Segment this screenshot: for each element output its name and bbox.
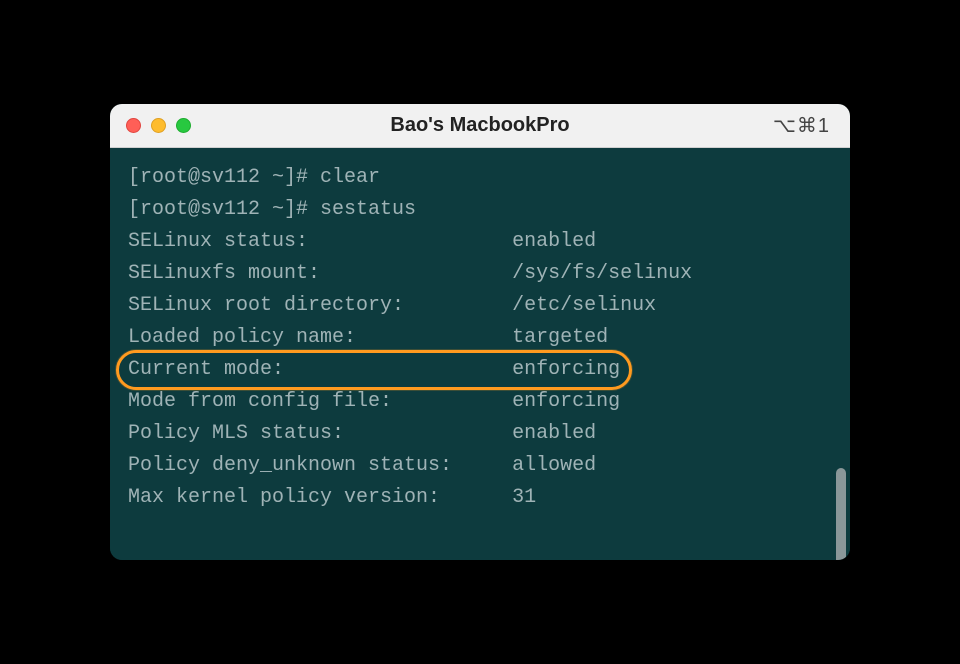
prompt-line: [root@sv112 ~]# clear: [128, 162, 832, 194]
output-label: Policy MLS status:: [128, 422, 512, 445]
output-value: /sys/fs/selinux: [512, 262, 692, 285]
shell-prompt: [root@sv112 ~]#: [128, 198, 320, 221]
output-row: SELinuxfs mount: /sys/fs/selinux: [128, 258, 832, 290]
output-value: enabled: [512, 422, 596, 445]
output-value: targeted: [512, 326, 608, 349]
shell-command: sestatus: [320, 198, 416, 221]
output-value: enabled: [512, 230, 596, 253]
output-row: Mode from config file: enforcing: [128, 386, 832, 418]
output-value: /etc/selinux: [512, 294, 656, 317]
terminal-body[interactable]: [root@sv112 ~]# clear[root@sv112 ~]# ses…: [110, 148, 850, 560]
output-row: Max kernel policy version: 31: [128, 482, 832, 514]
output-value: 31: [512, 486, 536, 509]
output-row: Loaded policy name: targeted: [128, 322, 832, 354]
output-value: enforcing: [512, 390, 620, 413]
prompt-line: [root@sv112 ~]# sestatus: [128, 194, 832, 226]
output-row: SELinux root directory: /etc/selinux: [128, 290, 832, 322]
output-row: Policy deny_unknown status: allowed: [128, 450, 832, 482]
output-label: Current mode:: [128, 358, 512, 381]
output-value: allowed: [512, 454, 596, 477]
terminal-window: Bao's MacbookPro ⌥⌘1 [root@sv112 ~]# cle…: [110, 104, 850, 560]
output-value: enforcing: [512, 358, 620, 381]
output-row: Policy MLS status: enabled: [128, 418, 832, 450]
window-title: Bao's MacbookPro: [110, 114, 850, 137]
maximize-icon[interactable]: [176, 118, 191, 133]
output-row: Current mode: enforcing: [128, 354, 832, 386]
output-label: Policy deny_unknown status:: [128, 454, 512, 477]
minimize-icon[interactable]: [151, 118, 166, 133]
output-label: SELinux status:: [128, 230, 512, 253]
output-label: SELinux root directory:: [128, 294, 512, 317]
scrollbar[interactable]: [836, 468, 846, 560]
output-label: SELinuxfs mount:: [128, 262, 512, 285]
titlebar[interactable]: Bao's MacbookPro ⌥⌘1: [110, 104, 850, 148]
shell-command: clear: [320, 166, 380, 189]
output-label: Max kernel policy version:: [128, 486, 512, 509]
output-label: Mode from config file:: [128, 390, 512, 413]
output-row: SELinux status: enabled: [128, 226, 832, 258]
traffic-lights: [110, 118, 191, 133]
window-shortcut: ⌥⌘1: [773, 113, 830, 138]
output-label: Loaded policy name:: [128, 326, 512, 349]
close-icon[interactable]: [126, 118, 141, 133]
shell-prompt: [root@sv112 ~]#: [128, 166, 320, 189]
